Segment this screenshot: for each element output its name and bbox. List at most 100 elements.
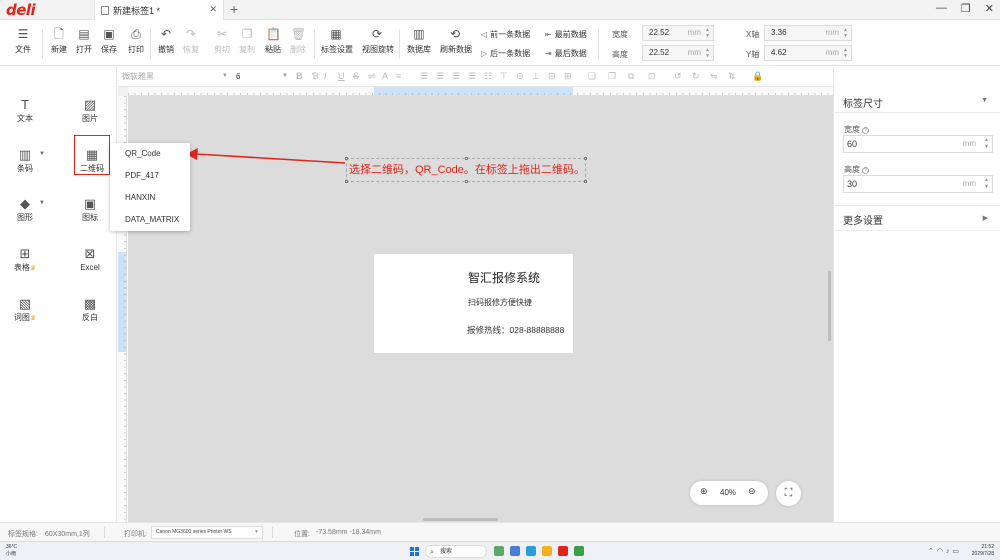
horizontal-scrollbar[interactable]: [423, 518, 498, 521]
system-tray-icons[interactable]: ⌃◠♪▭: [928, 547, 962, 555]
element-width-input[interactable]: 22.52 mm ▲ ▼: [642, 25, 714, 41]
vertical-scrollbar[interactable]: [828, 271, 831, 341]
valign-top-icon[interactable]: ⊤: [500, 71, 508, 82]
close-tab-icon[interactable]: ✕: [209, 4, 217, 15]
chevron-up-icon[interactable]: ⌃: [928, 548, 937, 555]
shape-tool[interactable]: ◆ ▼ 图形: [5, 196, 45, 223]
windows-start-icon[interactable]: [410, 547, 419, 556]
invert-tool[interactable]: ▩ 反白: [70, 296, 110, 323]
wechat-icon[interactable]: [574, 546, 584, 556]
save-button[interactable]: ▣ 保存: [94, 27, 124, 55]
outline-text-icon[interactable]: Ɓ: [312, 71, 319, 81]
spinner-icon[interactable]: ▲ ▼: [843, 27, 848, 39]
text-wrap-icon[interactable]: ⇌: [368, 71, 376, 82]
chevron-down-icon[interactable]: ▼: [981, 97, 988, 104]
align-left-icon[interactable]: ☰: [420, 71, 428, 82]
barcode-tool[interactable]: ▥ ▼ 条码: [5, 147, 45, 174]
prev-record-link[interactable]: ◁ 前一条数据: [481, 29, 530, 40]
x-position-input[interactable]: 3.36 mm ▲ ▼: [764, 25, 852, 41]
mirror-icon[interactable]: ⇅: [728, 71, 736, 82]
font-size-select[interactable]: 6 ▼: [236, 70, 292, 83]
weather-widget[interactable]: 36°C 小雨: [6, 544, 17, 558]
print-button[interactable]: ⎙ 打印: [121, 27, 151, 55]
label-height-input[interactable]: 30 mm ▲ ▼: [843, 175, 993, 193]
fit-to-screen-button[interactable]: ⛶: [776, 481, 801, 506]
ungroup-icon[interactable]: ⊡: [648, 71, 656, 82]
element-height-input[interactable]: 22.52 mm ▲ ▼: [642, 45, 714, 61]
table-tool[interactable]: ⊞ 表格♛: [5, 246, 45, 273]
redo-button[interactable]: ↷ 恢复: [176, 27, 206, 55]
underline-icon[interactable]: U: [338, 71, 345, 81]
text-tool[interactable]: T 文本: [5, 97, 45, 124]
taskbar-app-icon[interactable]: [494, 546, 504, 556]
valign-bottom-icon[interactable]: ⊥: [532, 71, 540, 82]
align-right-icon[interactable]: ☰: [452, 71, 460, 82]
database-button[interactable]: ▥ 数据库: [404, 27, 434, 55]
file-explorer-icon[interactable]: [542, 546, 552, 556]
line-spacing-icon[interactable]: ≡: [396, 71, 401, 81]
spinner-icon[interactable]: ▲ ▼: [843, 47, 848, 59]
spinner-icon[interactable]: ▲ ▼: [984, 137, 989, 151]
view-rotate-button[interactable]: ⟳ 视图旋转: [362, 27, 394, 55]
new-tab-button[interactable]: +: [230, 1, 238, 17]
rotate-right-icon[interactable]: ↻: [692, 71, 700, 82]
group-icon[interactable]: ⧉: [628, 71, 634, 82]
taskbar-search[interactable]: ⌕ 搜索: [425, 545, 487, 558]
valign-middle-icon[interactable]: ⊝: [516, 71, 524, 82]
more-settings-link[interactable]: 更多设置: [843, 212, 883, 227]
bold-icon[interactable]: B: [296, 71, 303, 81]
zoom-out-icon[interactable]: ⊖: [748, 486, 756, 497]
image-tool[interactable]: ▨ 图片: [70, 97, 110, 124]
first-record-link[interactable]: ⇤ 最前数据: [545, 29, 587, 40]
file-menu-button[interactable]: ☰ 文件: [8, 27, 38, 55]
printer-select[interactable]: Canon MG3600 series Printer WS ▼: [151, 526, 263, 539]
label-preview[interactable]: 智汇报修系统 扫码报修方便快捷 报修热线：028-88888888: [374, 254, 573, 353]
label-phone-text[interactable]: 报修热线：028-88888888: [467, 324, 564, 336]
delete-button[interactable]: 🗑 删除: [283, 27, 313, 55]
battery-icon[interactable]: ▭: [952, 548, 962, 555]
deli-app-icon[interactable]: [558, 546, 568, 556]
spinner-icon[interactable]: ▲ ▼: [984, 177, 989, 191]
label-settings-button[interactable]: ▦ 标签设置: [321, 27, 353, 55]
close-window-icon[interactable]: ✕: [985, 2, 994, 15]
strikethrough-icon[interactable]: S: [353, 71, 359, 81]
icon-tool[interactable]: ▣ 图标: [70, 196, 110, 223]
last-record-link[interactable]: ⇥ 最后数据: [545, 48, 587, 59]
label-subtitle-text[interactable]: 扫码报修方便快捷: [468, 297, 532, 308]
restore-icon[interactable]: ❐: [961, 2, 971, 15]
align-center-icon[interactable]: ☰: [436, 71, 444, 82]
spinner-icon[interactable]: ▲ ▼: [705, 47, 710, 59]
label-width-input[interactable]: 60 mm ▲ ▼: [843, 135, 993, 153]
font-family-select[interactable]: 微软雅黑 ▼: [122, 70, 232, 83]
help-icon[interactable]: ?: [862, 167, 869, 174]
spinner-icon[interactable]: ▲ ▼: [705, 27, 710, 39]
y-position-input[interactable]: 4.62 mm ▲ ▼: [764, 45, 852, 61]
menu-item-data-matrix[interactable]: DATA_MATRIX: [110, 209, 190, 231]
italic-icon[interactable]: I: [324, 71, 327, 81]
send-back-icon[interactable]: ❐: [608, 71, 616, 82]
menu-item-pdf417[interactable]: PDF_417: [110, 165, 190, 187]
chevron-down-icon[interactable]: ▼: [39, 200, 45, 206]
letter-spacing-icon[interactable]: A: [382, 71, 388, 81]
excel-tool[interactable]: ⊠ Excel: [70, 246, 110, 272]
taskbar-app-icon[interactable]: [510, 546, 520, 556]
wifi-icon[interactable]: ◠: [937, 548, 946, 555]
next-record-link[interactable]: ▷ 后一条数据: [481, 48, 530, 59]
chevron-down-icon[interactable]: ▼: [39, 151, 45, 157]
design-canvas[interactable]: 选择二维码，QR_Code。在标签上拖出二维码。 智汇报修系统 扫码报修方便快捷…: [128, 96, 833, 522]
minimize-icon[interactable]: —: [936, 2, 947, 15]
zoom-in-icon[interactable]: ⊕: [700, 486, 708, 497]
clock[interactable]: 21:52 2029/7/28: [972, 544, 994, 558]
flip-icon[interactable]: ⇋: [710, 71, 718, 82]
document-tab[interactable]: 新建标签1 * ✕: [94, 0, 224, 20]
align-justify-icon[interactable]: ☰: [468, 71, 476, 82]
space-horizontal-icon[interactable]: ⊟: [548, 71, 556, 82]
space-vertical-icon[interactable]: ⊞: [564, 71, 572, 82]
chevron-right-icon[interactable]: ▶: [983, 214, 988, 222]
bring-front-icon[interactable]: ❏: [588, 71, 596, 82]
chart-tool[interactable]: ▧ 词图♛: [5, 296, 45, 323]
refresh-data-button[interactable]: ⟲ 刷新数据: [440, 27, 472, 55]
menu-item-hanxin[interactable]: HANXIN: [110, 187, 190, 209]
lock-icon[interactable]: 🔒: [752, 71, 763, 82]
rotate-left-icon[interactable]: ↺: [674, 71, 682, 82]
